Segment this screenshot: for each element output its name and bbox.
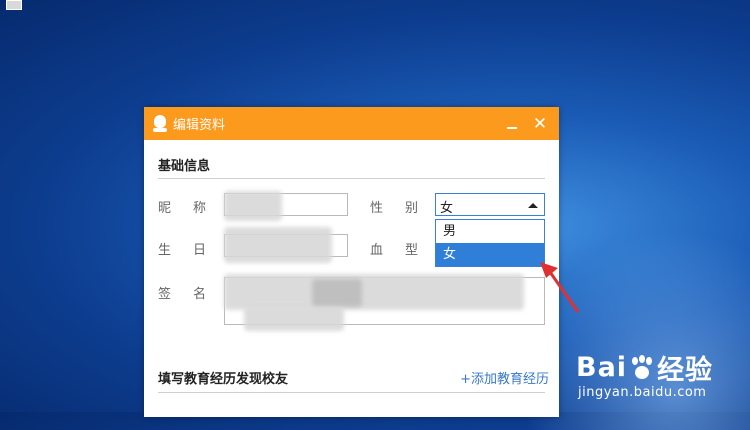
section-divider (158, 178, 545, 179)
gender-label: 性别 (370, 201, 441, 216)
watermark-brand-left: Bai (576, 352, 628, 383)
watermark-url: jingyan.baidu.com (578, 385, 707, 400)
add-education-link[interactable]: +添加教育经历 (460, 368, 549, 387)
edit-profile-dialog: 编辑资料 ✕ 基础信息 昵称 性别 女 生日 血型 男 女 签名 填写教育经历发… (144, 107, 559, 417)
gender-select[interactable]: 女 (435, 193, 545, 216)
chevron-up-icon (528, 203, 538, 208)
dialog-titlebar[interactable]: 编辑资料 ✕ (144, 107, 559, 140)
gender-option-female[interactable]: 女 (436, 243, 544, 266)
minimize-button[interactable] (499, 107, 525, 140)
redacted-nickname (224, 191, 282, 221)
education-divider (158, 392, 545, 393)
blood-type-label: 血型 (370, 243, 441, 258)
watermark-brand-right: 经验 (657, 355, 714, 386)
redacted-signature-part (312, 279, 362, 307)
dialog-title: 编辑资料 (173, 118, 226, 133)
redacted-birthday (224, 227, 332, 263)
redacted-signature (224, 274, 524, 310)
gender-selected-value: 女 (440, 201, 454, 216)
redacted-signature-line2 (244, 307, 344, 331)
education-heading: 填写教育经历发现校友 (158, 372, 289, 387)
red-arrow-annotation (540, 262, 580, 313)
baidu-paw-icon (629, 354, 655, 381)
qq-penguin-icon (153, 114, 167, 133)
basic-info-heading: 基础信息 (158, 159, 211, 174)
baidu-jingyan-watermark: Bai 经验 jingyan.baidu.com (576, 348, 713, 400)
close-button[interactable]: ✕ (527, 107, 553, 140)
gender-dropdown-list: 男 女 (435, 219, 545, 267)
gender-option-male[interactable]: 男 (436, 220, 544, 243)
signature-label: 签名 (158, 287, 229, 302)
birthday-label: 生日 (158, 243, 229, 258)
nickname-label: 昵称 (158, 201, 229, 216)
desktop-icon[interactable] (6, 0, 22, 10)
